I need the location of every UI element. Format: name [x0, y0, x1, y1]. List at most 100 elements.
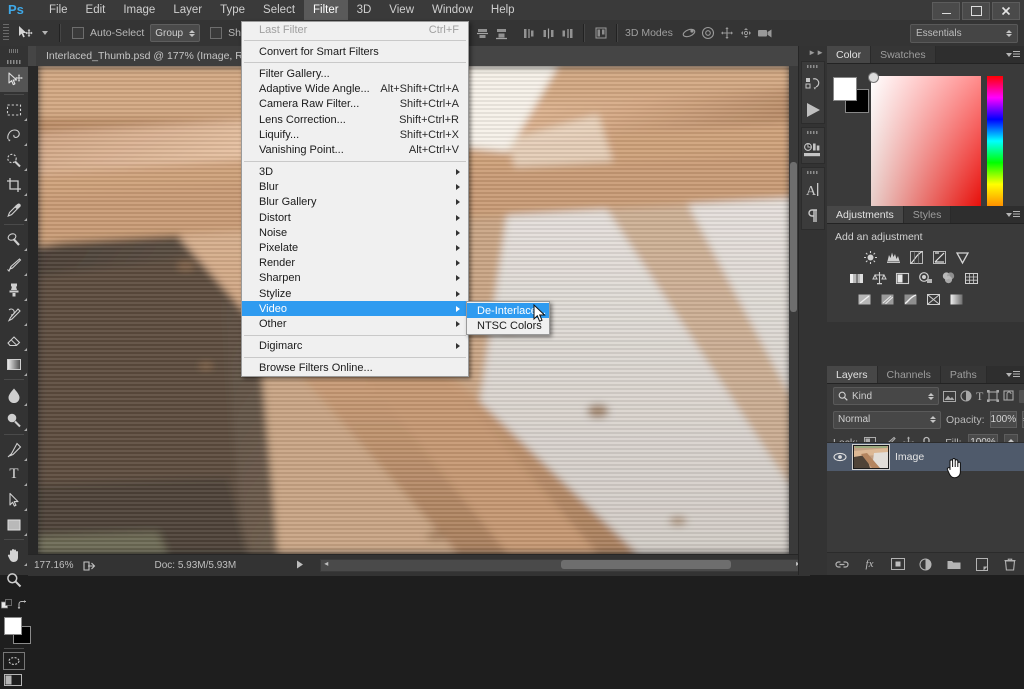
eraser-tool[interactable]: [0, 327, 28, 352]
history-brush-tool[interactable]: [0, 302, 28, 327]
3d-orbit-icon[interactable]: [681, 23, 698, 43]
mini-bridge-icon[interactable]: [802, 71, 824, 97]
curves-icon[interactable]: [907, 249, 926, 265]
vibrance-icon[interactable]: [953, 249, 972, 265]
color-panel-foreground-swatch[interactable]: [833, 77, 857, 101]
filter-menu-item-pixelate[interactable]: Pixelate: [242, 240, 468, 255]
clone-stamp-tool[interactable]: [0, 277, 28, 302]
video-submenu-item-ntsc-colors[interactable]: NTSC Colors: [467, 318, 549, 333]
menu-3d[interactable]: 3D: [348, 0, 381, 20]
workspace-switcher-dropdown[interactable]: Essentials: [910, 24, 1018, 43]
quick-mask-toggle[interactable]: [3, 652, 25, 670]
levels-icon[interactable]: [884, 249, 903, 265]
filter-menu-item-blur-gallery[interactable]: Blur Gallery: [242, 195, 468, 210]
tools-panel-collapse[interactable]: [0, 56, 28, 67]
hand-tool[interactable]: [0, 542, 28, 567]
layer-filter-kind-dropdown[interactable]: Kind: [833, 387, 939, 405]
histogram-icon[interactable]: [802, 137, 824, 163]
video-submenu-item-de-interlace[interactable]: De-Interlace...: [467, 303, 549, 318]
status-menu-arrow-icon[interactable]: [296, 560, 304, 572]
horizontal-scroll-thumb[interactable]: [561, 560, 731, 569]
filter-menu-item-liquify[interactable]: Liquify...Shift+Ctrl+X: [242, 127, 468, 142]
minimize-button[interactable]: [932, 2, 960, 20]
zoom-tool[interactable]: [0, 567, 28, 592]
blend-mode-dropdown[interactable]: Normal: [833, 411, 941, 429]
tab-styles[interactable]: Styles: [904, 206, 952, 223]
filter-menu-item-blur[interactable]: Blur: [242, 180, 468, 195]
align-vertical-centers-icon[interactable]: [474, 23, 491, 43]
crop-tool[interactable]: [0, 172, 28, 197]
layer-thumbnail[interactable]: [853, 445, 889, 469]
gradient-tool[interactable]: [0, 352, 28, 377]
filter-menu-item-sharpen[interactable]: Sharpen: [242, 271, 468, 286]
show-transform-checkbox[interactable]: [210, 27, 222, 39]
link-layers-icon[interactable]: [834, 557, 849, 572]
filter-menu-item-stylize[interactable]: Stylize: [242, 286, 468, 301]
3d-roll-icon[interactable]: [700, 23, 717, 43]
distribute-right-icon[interactable]: [559, 23, 576, 43]
posterize-icon[interactable]: [878, 291, 897, 307]
filter-menu-item-video[interactable]: Video: [242, 301, 468, 316]
character-icon[interactable]: A: [802, 177, 824, 203]
maximize-button[interactable]: [962, 2, 990, 20]
filter-menu-item-camera-raw-filter[interactable]: Camera Raw Filter...Shift+Ctrl+A: [242, 97, 468, 112]
delete-layer-icon[interactable]: [1002, 557, 1017, 572]
3d-pan-icon[interactable]: [719, 23, 736, 43]
menu-help[interactable]: Help: [482, 0, 524, 20]
filter-menu-item-other[interactable]: Other: [242, 316, 468, 331]
exposure-icon[interactable]: [930, 249, 949, 265]
filter-menu-item-adaptive-wide-angle[interactable]: Adaptive Wide Angle...Alt+Shift+Ctrl+A: [242, 82, 468, 97]
menu-layer[interactable]: Layer: [164, 0, 211, 20]
tab-swatches[interactable]: Swatches: [871, 46, 936, 63]
photo-filter-icon[interactable]: [916, 270, 935, 286]
auto-select-checkbox[interactable]: [72, 27, 84, 39]
invert-icon[interactable]: [855, 291, 874, 307]
menu-view[interactable]: View: [380, 0, 423, 20]
paragraph-icon[interactable]: [802, 203, 824, 229]
canvas-vertical-scroll-thumb[interactable]: [790, 162, 797, 312]
tab-channels[interactable]: Channels: [878, 366, 941, 383]
filter-smart-objects-icon[interactable]: [1003, 389, 1015, 403]
panel-menu-icon[interactable]: [1006, 49, 1020, 60]
distribute-left-icon[interactable]: [521, 23, 538, 43]
layer-visibility-eye-icon[interactable]: [833, 452, 847, 462]
table-row[interactable]: Image: [827, 443, 1024, 471]
share-icon[interactable]: [83, 560, 96, 572]
filter-menu-item-3d[interactable]: 3D: [242, 165, 468, 180]
horizontal-scrollbar[interactable]: ◂ ▸: [320, 559, 804, 572]
distribute-centers-icon[interactable]: [540, 23, 557, 43]
close-button[interactable]: [992, 2, 1020, 20]
filter-adjustment-layers-icon[interactable]: [960, 389, 972, 403]
swap-colors-icon[interactable]: [17, 600, 28, 611]
opacity-value[interactable]: 100%: [990, 411, 1018, 428]
scroll-left-arrow-icon[interactable]: ◂: [324, 559, 328, 568]
dock-group-2-grip[interactable]: [802, 128, 824, 137]
layer-style-fx-icon[interactable]: fx: [862, 557, 877, 572]
tools-panel-grip[interactable]: [0, 46, 28, 56]
blur-tool[interactable]: [0, 382, 28, 407]
tool-preset-chevron-icon[interactable]: [42, 31, 48, 35]
spot-healing-brush-tool[interactable]: [0, 227, 28, 252]
hue-saturation-icon[interactable]: [847, 270, 866, 286]
threshold-icon[interactable]: [901, 291, 920, 307]
zoom-level[interactable]: 177.16%: [34, 560, 73, 571]
menu-image[interactable]: Image: [114, 0, 164, 20]
rectangle-tool[interactable]: [0, 512, 28, 537]
auto-select-scope-dropdown[interactable]: Group: [150, 24, 200, 42]
brush-tool[interactable]: [0, 252, 28, 277]
expand-panels-icon[interactable]: ►►: [799, 46, 827, 58]
lasso-tool[interactable]: [0, 122, 28, 147]
panel-menu-icon[interactable]: [1006, 209, 1020, 220]
3d-camera-icon[interactable]: [757, 23, 774, 43]
screen-mode-toggle[interactable]: [4, 674, 24, 688]
black-white-icon[interactable]: [893, 270, 912, 286]
menu-filter[interactable]: Filter: [304, 0, 348, 20]
filter-menu-item-convert-for-smart-filters[interactable]: Convert for Smart Filters: [242, 44, 468, 59]
menu-edit[interactable]: Edit: [77, 0, 115, 20]
tab-paths[interactable]: Paths: [941, 366, 987, 383]
menu-type[interactable]: Type: [211, 0, 254, 20]
filter-type-layers-icon[interactable]: T: [976, 389, 983, 403]
panel-menu-icon[interactable]: [1006, 369, 1020, 380]
align-bottom-edges-icon[interactable]: [493, 23, 510, 43]
color-picker-handle[interactable]: [868, 72, 879, 83]
